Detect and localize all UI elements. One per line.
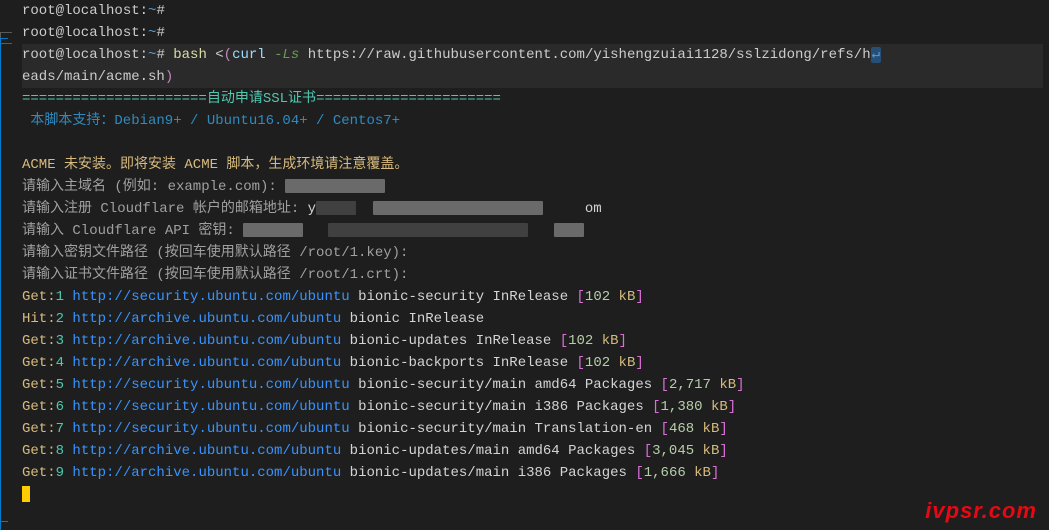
redacted-api-2 xyxy=(328,223,528,237)
cmd-url-1: https://raw.githubusercontent.com/yishen… xyxy=(308,47,871,63)
apt-line: Get:3 http://archive.ubuntu.com/ubuntu b… xyxy=(22,330,1043,352)
paren-open: ( xyxy=(224,47,232,63)
acme-warning: ACME 未安装。即将安装 ACME 脚本，生成环境请注意覆盖。 xyxy=(22,154,1043,176)
apt-line: Get:8 http://archive.ubuntu.com/ubuntu b… xyxy=(22,440,1043,462)
wrap-guide-bottom xyxy=(0,521,8,522)
prompt-hash: # xyxy=(156,3,164,19)
blank-line xyxy=(22,132,1043,154)
script-title: 自动申请SSL证书 xyxy=(207,91,316,107)
command-line-wrap[interactable]: eads/main/acme.sh) xyxy=(22,66,1043,88)
cmd-url-2: eads/main/acme.sh xyxy=(22,69,165,85)
input-cf-api: 请输入 Cloudflare API 密钥: xyxy=(22,220,1043,242)
apt-line: Get:4 http://archive.ubuntu.com/ubuntu b… xyxy=(22,352,1043,374)
apt-line: Get:1 http://security.ubuntu.com/ubuntu … xyxy=(22,286,1043,308)
cursor-line[interactable] xyxy=(22,484,1043,506)
apt-line: Hit:2 http://archive.ubuntu.com/ubuntu b… xyxy=(22,308,1043,330)
prompt-line: root@localhost:~# xyxy=(22,0,1043,22)
redacted-domain xyxy=(285,179,385,193)
input-key-path: 请输入密钥文件路径 (按回车使用默认路径 /root/1.key): xyxy=(22,242,1043,264)
redacted-api-3 xyxy=(554,223,584,237)
cmd-curl: curl xyxy=(232,47,266,63)
redacted-email-1 xyxy=(316,201,356,215)
apt-line: Get:5 http://security.ubuntu.com/ubuntu … xyxy=(22,374,1043,396)
input-cf-email: 请输入注册 Cloudflare 帐户的邮箱地址: y om xyxy=(22,198,1043,220)
prompt-user: root@localhost: xyxy=(22,3,148,19)
cmd-flag: -Ls xyxy=(266,47,308,63)
wrap-guide-top xyxy=(0,38,8,39)
terminal-output[interactable]: root@localhost:~# root@localhost:~# root… xyxy=(22,0,1049,506)
apt-line: Get:9 http://archive.ubuntu.com/ubuntu b… xyxy=(22,462,1043,484)
wrap-glyph: ↵ xyxy=(871,47,881,63)
redacted-api-1 xyxy=(243,223,303,237)
terminal-cursor xyxy=(22,486,30,502)
prompt-line: root@localhost:~# xyxy=(22,22,1043,44)
apt-line: Get:7 http://security.ubuntu.com/ubuntu … xyxy=(22,418,1043,440)
command-line[interactable]: root@localhost:~# bash <(curl -Ls https:… xyxy=(22,44,1043,66)
input-crt-path: 请输入证书文件路径 (按回车使用默认路径 /root/1.crt): xyxy=(22,264,1043,286)
header-line: ======================自动申请SSL证书=========… xyxy=(22,88,1043,110)
wrap-guide xyxy=(0,38,1,530)
paren-close: ) xyxy=(165,69,173,85)
input-domain: 请输入主域名 (例如: example.com): xyxy=(22,176,1043,198)
redacted-email-2 xyxy=(373,201,543,215)
cmd-bash: bash xyxy=(173,47,207,63)
apt-line: Get:6 http://security.ubuntu.com/ubuntu … xyxy=(22,396,1043,418)
editor-gutter xyxy=(0,0,18,530)
support-line: 本脚本支持：Debian9+ / Ubuntu16.04+ / Centos7+ xyxy=(22,110,1043,132)
